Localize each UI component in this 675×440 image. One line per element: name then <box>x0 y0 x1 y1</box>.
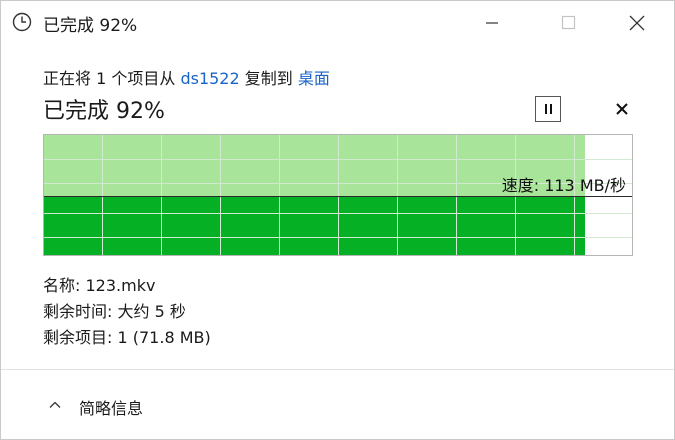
time-remaining-value: 大约 5 秒 <box>117 302 186 321</box>
name-value: 123.mkv <box>85 276 156 295</box>
source-link[interactable]: ds1522 <box>180 69 239 88</box>
progress-fill-dark <box>44 197 585 255</box>
cancel-button[interactable] <box>609 96 635 122</box>
minimize-icon <box>486 22 498 24</box>
grid-line <box>44 213 632 214</box>
close-button[interactable] <box>613 1 659 45</box>
items-remaining-value: 1 (71.8 MB) <box>117 328 211 347</box>
current-speed-line <box>44 196 632 197</box>
detail-time-row: 剩余时间: 大约 5 秒 <box>43 299 211 325</box>
message-prefix: 正在将 1 个项目从 <box>43 69 181 88</box>
transfer-speed-graph: 速度: 113 MB/秒 <box>43 134 633 256</box>
time-remaining-label: 剩余时间: <box>43 302 118 321</box>
footer-divider <box>1 369 674 370</box>
transfer-details: 名称: 123.mkv 剩余时间: 大约 5 秒 剩余项目: 1 (71.8 M… <box>43 273 211 351</box>
progress-heading: 已完成 92% <box>43 99 165 124</box>
maximize-button[interactable] <box>545 1 591 45</box>
detail-items-row: 剩余项目: 1 (71.8 MB) <box>43 325 211 351</box>
clock-icon <box>12 12 32 32</box>
speed-label: 速度: 113 MB/秒 <box>501 176 626 195</box>
maximize-icon <box>561 15 576 30</box>
fewer-details-label: 简略信息 <box>79 399 144 418</box>
detail-name-row: 名称: 123.mkv <box>43 273 211 299</box>
window-title: 已完成 92% <box>43 16 138 36</box>
chevron-up-icon <box>49 401 61 408</box>
cancel-icon <box>616 103 628 115</box>
name-label: 名称: <box>43 276 86 295</box>
message-middle: 复制到 <box>239 69 298 88</box>
close-icon <box>629 15 645 31</box>
items-remaining-label: 剩余项目: <box>43 328 118 347</box>
grid-line <box>44 159 632 160</box>
minimize-button[interactable] <box>469 1 515 45</box>
copy-progress-window: 已完成 92% 正在将 1 个项目从 ds1522 复制到 桌面 已完成 92% <box>0 0 675 440</box>
pause-button[interactable] <box>535 96 561 122</box>
destination-link[interactable]: 桌面 <box>298 69 330 88</box>
grid-line <box>44 237 632 238</box>
copy-message: 正在将 1 个项目从 ds1522 复制到 桌面 <box>43 65 330 89</box>
title-bar: 已完成 92% <box>1 1 674 45</box>
